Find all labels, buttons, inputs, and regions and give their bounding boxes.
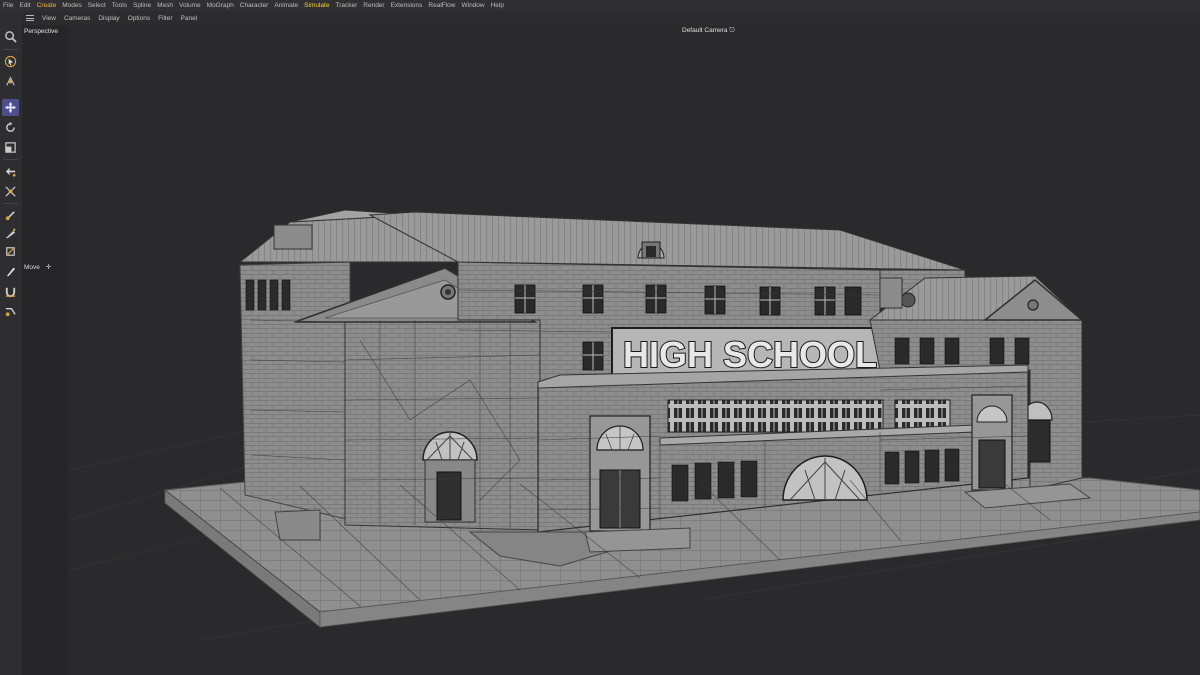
3d-viewport[interactable]: HIGH SCHOOL Perspective Default Camera ⎋… — [22, 25, 1200, 675]
knife-icon[interactable] — [2, 225, 19, 242]
building-model[interactable]: HIGH SCHOOL — [22, 25, 1200, 675]
menu-create[interactable]: Create — [34, 0, 60, 11]
weld-icon[interactable] — [2, 303, 19, 320]
transform-icon[interactable] — [2, 73, 19, 90]
menu-simulate[interactable]: Simulate — [301, 0, 332, 11]
rotate-icon[interactable] — [2, 119, 19, 136]
menu-render[interactable]: Render — [360, 0, 387, 11]
view-menu-filter[interactable]: Filter — [154, 15, 176, 22]
snap-icon[interactable] — [2, 163, 19, 180]
brush-icon[interactable] — [2, 263, 19, 280]
view-menu-display[interactable]: Display — [94, 15, 123, 22]
menu-volume[interactable]: Volume — [176, 0, 204, 11]
hamburger-menu-icon[interactable] — [24, 11, 36, 25]
bevel-icon[interactable] — [2, 243, 19, 260]
camera-label-text: Default Camera — [682, 27, 728, 34]
menu-bar: File Edit Create Modes Select Tools Spli… — [0, 0, 1200, 11]
menu-animate[interactable]: Animate — [271, 0, 301, 11]
move-crosshair-icon: ✛ — [45, 264, 52, 271]
menu-file[interactable]: File — [0, 0, 16, 11]
menu-window[interactable]: Window — [458, 0, 487, 11]
menu-modes[interactable]: Modes — [59, 0, 85, 11]
menu-extensions[interactable]: Extensions — [388, 0, 426, 11]
active-tool-label: Move ✛ — [24, 263, 51, 271]
search-icon[interactable] — [2, 28, 19, 45]
menu-mesh[interactable]: Mesh — [154, 0, 176, 11]
menu-mograph[interactable]: MoGraph — [204, 0, 237, 11]
magnet-icon[interactable] — [2, 283, 19, 300]
view-menu-cameras[interactable]: Cameras — [60, 15, 94, 22]
left-toolbar — [0, 11, 23, 675]
view-menu-options[interactable]: Options — [124, 15, 154, 22]
menu-character[interactable]: Character — [237, 0, 272, 11]
scale-icon[interactable] — [2, 139, 19, 156]
move-icon[interactable] — [2, 99, 19, 116]
menu-realflow[interactable]: RealFlow — [425, 0, 458, 11]
menu-edit[interactable]: Edit — [16, 0, 33, 11]
viewport-header: View Cameras Display Options Filter Pane… — [22, 11, 1200, 25]
menu-select[interactable]: Select — [85, 0, 109, 11]
tool-label-text: Move — [24, 264, 40, 271]
view-menu-panel[interactable]: Panel — [177, 15, 202, 22]
view-menu-view[interactable]: View — [38, 15, 60, 22]
menu-tools[interactable]: Tools — [109, 0, 130, 11]
polygon-pen-icon[interactable] — [2, 207, 19, 224]
view-label: Perspective — [24, 28, 58, 35]
menu-spline[interactable]: Spline — [130, 0, 154, 11]
menu-help[interactable]: Help — [488, 0, 507, 11]
axis-icon[interactable] — [2, 183, 19, 200]
menu-tracker[interactable]: Tracker — [332, 0, 360, 11]
camera-label[interactable]: Default Camera ⎋ — [682, 27, 735, 35]
camera-link-icon[interactable]: ⎋ — [729, 27, 735, 34]
live-selection-icon[interactable] — [2, 53, 19, 70]
